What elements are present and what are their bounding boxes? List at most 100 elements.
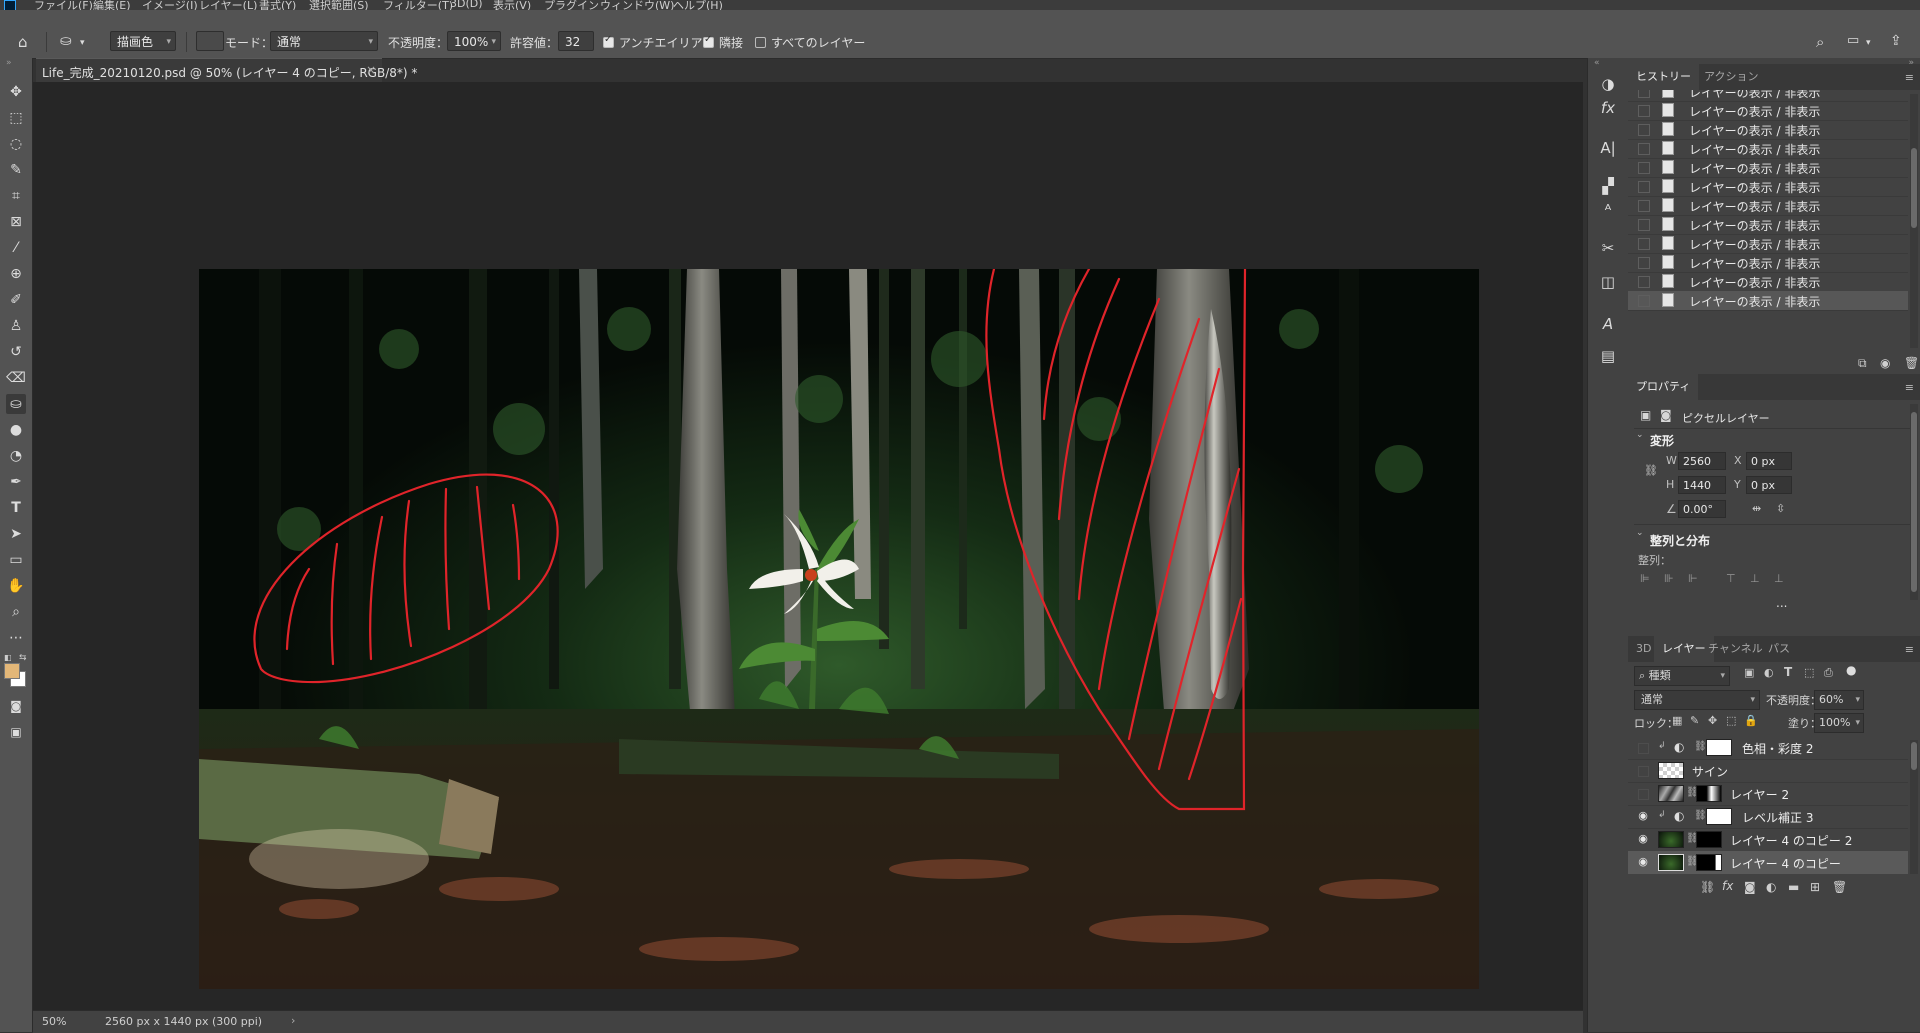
- layer-row[interactable]: ↲ ◐ ⛓ 色相・彩度 2: [1628, 736, 1908, 760]
- brush-settings-icon[interactable]: ▞: [1598, 176, 1618, 196]
- history-brush-source[interactable]: [1638, 295, 1650, 307]
- chevron-down-icon[interactable]: ▾: [80, 38, 85, 48]
- eye-icon[interactable]: ◉: [1636, 833, 1650, 845]
- screen-mode-icon[interactable]: ▣: [6, 722, 26, 742]
- history-item[interactable]: レイヤーの表示 / 非表示: [1628, 139, 1908, 159]
- add-mask-icon[interactable]: ◙: [1744, 880, 1756, 894]
- align-left-icon[interactable]: ⊫: [1640, 572, 1650, 585]
- fill-source-select[interactable]: 描画色 ▾: [110, 31, 176, 51]
- menu-file[interactable]: ファイル(F): [34, 0, 93, 10]
- history-brush-source[interactable]: [1638, 219, 1650, 231]
- panel-menu-icon[interactable]: ≡: [1905, 643, 1914, 656]
- opacity-input[interactable]: 100% ▾: [447, 31, 501, 51]
- history-brush-source[interactable]: [1638, 276, 1650, 288]
- layer-row[interactable]: ◉ ⛓ レイヤー 4 のコピー 2: [1628, 828, 1908, 852]
- color-icon[interactable]: ◑: [1598, 74, 1618, 94]
- history-item[interactable]: レイヤーの表示 / 非表示: [1628, 196, 1908, 216]
- tab-properties[interactable]: プロパティ: [1628, 374, 1699, 400]
- filter-toggle-icon[interactable]: ●: [1846, 663, 1856, 677]
- canvas-image[interactable]: [199, 269, 1479, 989]
- quick-select-tool-icon[interactable]: ✎: [6, 160, 26, 180]
- paragraph-icon[interactable]: A: [1598, 314, 1618, 334]
- history-item[interactable]: レイヤーの表示 / 非表示: [1628, 101, 1908, 121]
- height-field[interactable]: 1440 px: [1678, 476, 1726, 510]
- visibility-toggle[interactable]: [1638, 743, 1649, 754]
- close-icon[interactable]: ×: [366, 63, 376, 77]
- menu-filter[interactable]: フィルター(T): [383, 0, 453, 10]
- crop-tool-icon[interactable]: ⌗: [6, 186, 26, 206]
- contiguous-checkbox[interactable]: [703, 34, 714, 48]
- new-adjustment-icon[interactable]: ◐: [1766, 880, 1776, 894]
- layer-opacity-input[interactable]: 60% ▾: [1814, 690, 1864, 710]
- filter-pixel-icon[interactable]: ▣: [1744, 666, 1754, 679]
- y-field[interactable]: 0 px: [1746, 476, 1792, 494]
- lock-artboard-icon[interactable]: ⬚: [1726, 714, 1736, 727]
- flip-horizontal-icon[interactable]: ⇹: [1752, 502, 1761, 515]
- flip-vertical-icon[interactable]: ⇳: [1776, 502, 1785, 515]
- lasso-tool-icon[interactable]: ◌: [6, 134, 26, 154]
- snapshot-icon[interactable]: ◉: [1880, 356, 1890, 370]
- lock-position-icon[interactable]: ✥: [1708, 714, 1717, 727]
- history-brush-tool-icon[interactable]: ↺: [6, 342, 26, 362]
- zoom-level[interactable]: 50%: [42, 1015, 66, 1028]
- dodge-tool-icon[interactable]: ◔: [6, 446, 26, 466]
- lock-all-icon[interactable]: 🔒: [1744, 714, 1758, 727]
- path-select-tool-icon[interactable]: ➤: [6, 524, 26, 544]
- align-bottom-icon[interactable]: ⊥: [1774, 572, 1784, 585]
- layer-filter-select[interactable]: ⌕ 種類 ▾: [1634, 666, 1730, 686]
- tolerance-input[interactable]: 32: [558, 31, 594, 51]
- glyphs-icon[interactable]: ᴬ: [1598, 200, 1618, 220]
- history-item[interactable]: レイヤーの表示 / 非表示: [1628, 253, 1908, 273]
- align-middle-v-icon[interactable]: ⊥: [1750, 572, 1760, 585]
- move-tool-icon[interactable]: ✥: [6, 82, 26, 102]
- history-scrollbar[interactable]: [1910, 94, 1918, 348]
- collapse-icon[interactable]: «: [1594, 58, 1600, 68]
- tab-actions[interactable]: アクション: [1696, 64, 1766, 90]
- collapse-icon[interactable]: »: [6, 58, 12, 68]
- menu-help[interactable]: ヘルプ(H): [673, 0, 723, 10]
- layer-row[interactable]: ⛓ レイヤー 2: [1628, 782, 1908, 806]
- history-item[interactable]: レイヤーの表示 / 非表示: [1628, 272, 1908, 292]
- default-colors-icon[interactable]: ◧: [4, 653, 12, 662]
- tab-history[interactable]: ヒストリー: [1628, 64, 1699, 90]
- search-icon[interactable]: ⌕: [1816, 33, 1824, 51]
- quick-mask-icon[interactable]: ◙: [6, 696, 26, 716]
- history-brush-source[interactable]: [1638, 181, 1650, 193]
- fx-icon[interactable]: fx: [1722, 879, 1733, 893]
- more-options-button[interactable]: ...: [1776, 596, 1787, 610]
- align-top-icon[interactable]: ⊤: [1726, 572, 1736, 585]
- marquee-tool-icon[interactable]: ⬚: [6, 108, 26, 128]
- properties-scrollbar[interactable]: [1910, 404, 1918, 600]
- paint-bucket-tool-icon[interactable]: ⛀: [6, 394, 26, 414]
- history-brush-source[interactable]: [1638, 238, 1650, 250]
- blend-mode-select[interactable]: 通常 ▾: [1634, 690, 1760, 710]
- history-brush-source[interactable]: [1638, 105, 1650, 117]
- link-layers-icon[interactable]: ⛓: [1700, 880, 1715, 894]
- lock-pixels-icon[interactable]: ✎: [1690, 714, 1699, 727]
- layer-row[interactable]: ◉ ↲ ◐ ⛓ レベル補正 3: [1628, 805, 1908, 829]
- history-brush-source[interactable]: [1638, 257, 1650, 269]
- layer-row[interactable]: ◉ ⛓ レイヤー 4 のコピー: [1628, 851, 1908, 874]
- fx-icon[interactable]: fx: [1598, 98, 1618, 118]
- swap-colors-icon[interactable]: ⇆: [19, 653, 27, 663]
- panel-menu-icon[interactable]: ≡: [1905, 71, 1914, 84]
- more-tools-icon[interactable]: ⋯: [6, 628, 26, 648]
- panel-menu-icon[interactable]: ≡: [1905, 381, 1914, 394]
- character-icon[interactable]: A|: [1598, 138, 1618, 158]
- width-field[interactable]: 2560 px: [1678, 452, 1726, 486]
- new-layer-icon[interactable]: ⊞: [1810, 880, 1820, 894]
- visibility-toggle[interactable]: [1638, 766, 1649, 777]
- layers-scrollbar[interactable]: [1910, 740, 1918, 874]
- angle-field[interactable]: 0.00°: [1678, 500, 1726, 518]
- paint-bucket-icon[interactable]: ⛀: [60, 33, 72, 49]
- mode-select[interactable]: 通常 ▾: [270, 31, 378, 51]
- history-brush-source[interactable]: [1638, 143, 1650, 155]
- libraries-icon[interactable]: ◫: [1598, 272, 1618, 292]
- menu-layer[interactable]: レイヤー(L): [199, 0, 257, 10]
- brush-tool-icon[interactable]: ✐: [6, 290, 26, 310]
- filter-type-icon[interactable]: T: [1784, 665, 1792, 679]
- status-arrow-icon[interactable]: ›: [291, 1014, 295, 1027]
- swatches-icon[interactable]: ▤: [1598, 346, 1618, 366]
- history-brush-source[interactable]: [1638, 162, 1650, 174]
- blur-tool-icon[interactable]: ●: [6, 420, 26, 440]
